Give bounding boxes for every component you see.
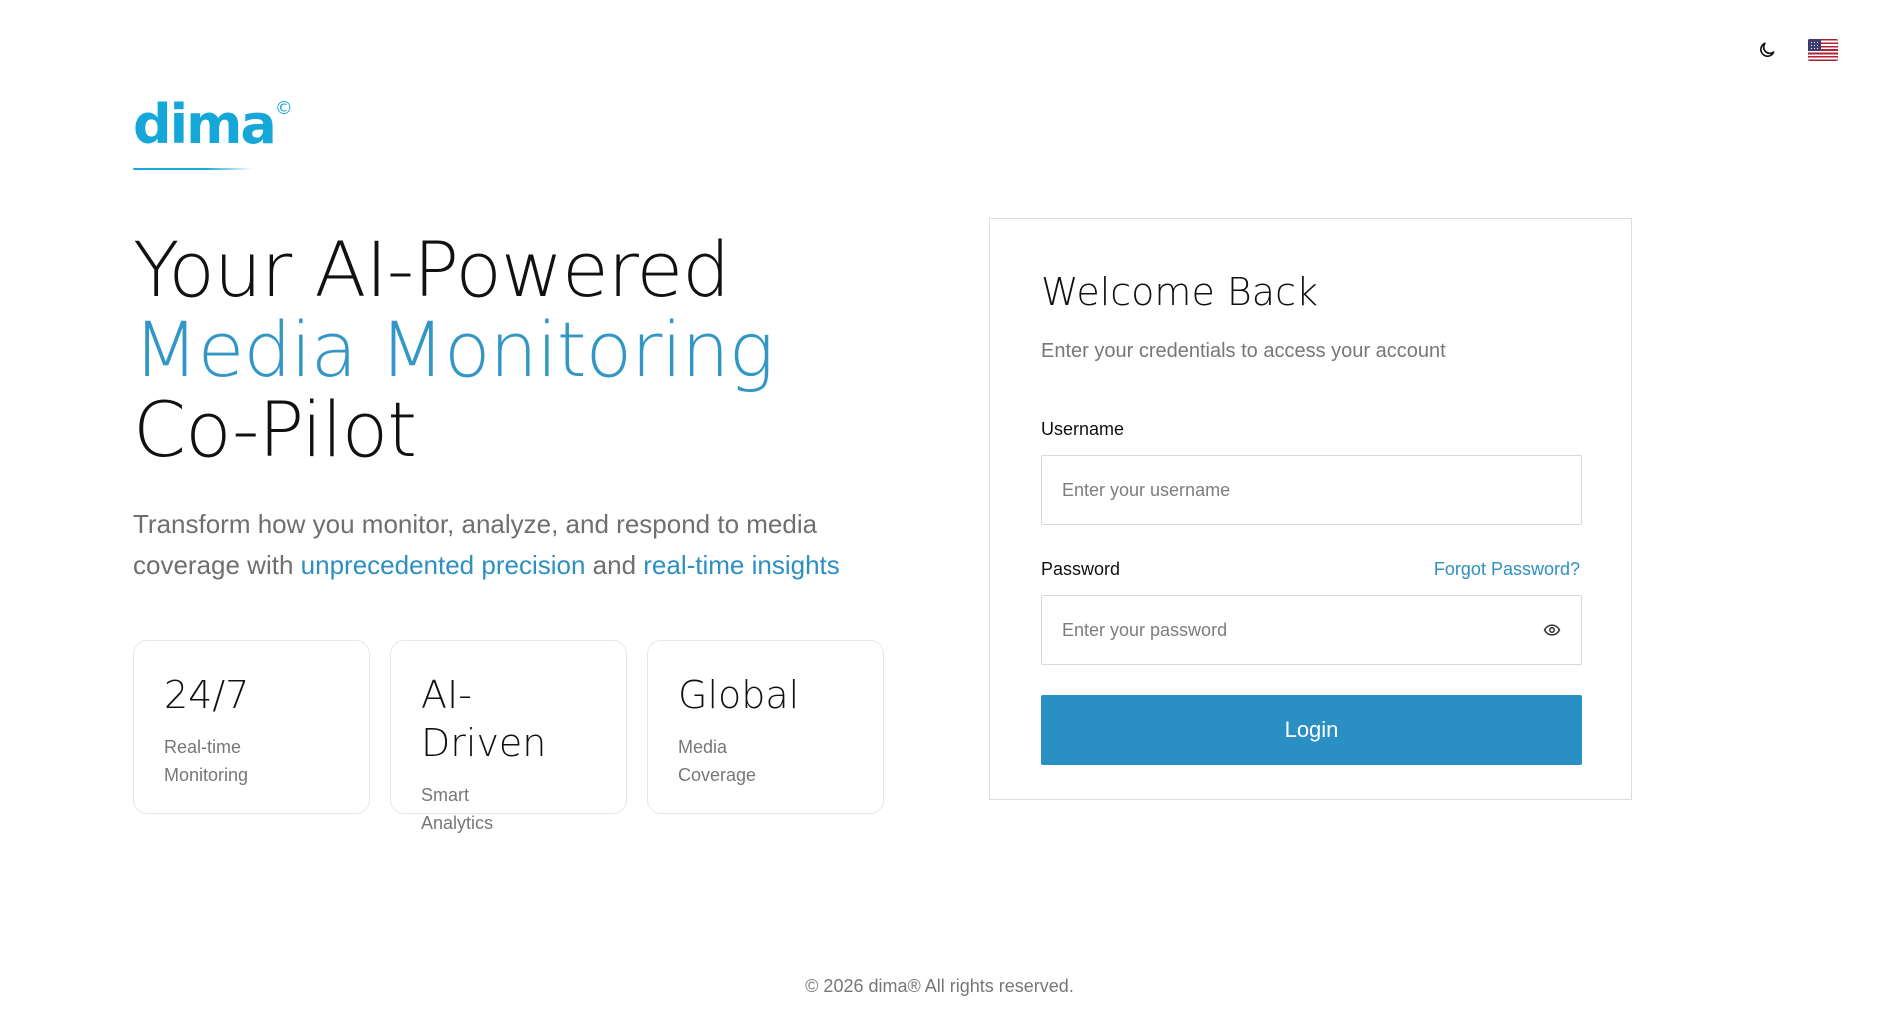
login-title: Welcome Back (1041, 270, 1318, 314)
theme-toggle-button[interactable] (1751, 34, 1783, 66)
feature-card-ai-driven: AI-Driven Smart Analytics (390, 640, 627, 833)
hero-headline-line-1: Your AI-Powered (133, 225, 730, 314)
password-label: Password (1041, 558, 1121, 579)
login-card: Welcome Back Enter your credentials to a… (989, 218, 1632, 800)
feature-title: AI-Driven (421, 673, 547, 765)
feature-card-24-7: 24/7 Real-time Monitoring (133, 640, 370, 814)
password-input[interactable] (1041, 595, 1582, 665)
brand-underline (133, 168, 253, 170)
feature-cards: 24/7 Real-time Monitoring AI-Driven Smar… (133, 640, 884, 833)
hero-headline-line-3: Co-Pilot (133, 385, 417, 474)
username-label-row: Username (1041, 415, 1580, 443)
feature-description: Smart Analytics (421, 785, 494, 833)
hero-description-highlight-1: unprecedented precision (300, 550, 586, 580)
feature-title: 24/7 (164, 673, 250, 717)
password-visibility-toggle[interactable] (1540, 618, 1564, 642)
username-field-group: Username (1041, 415, 1582, 525)
moon-icon (1760, 42, 1775, 57)
username-input-wrap (1041, 455, 1582, 525)
topbar-controls (1751, 34, 1839, 66)
password-label-row: Password Forgot Password? (1041, 555, 1580, 583)
us-flag-icon (1808, 39, 1838, 61)
eye-icon (1543, 624, 1561, 636)
brand-logo-area: dima © (133, 98, 313, 170)
hero-headline-line-2: Media Monitoring (133, 305, 774, 394)
login-button[interactable]: Login (1041, 695, 1582, 765)
hero-description-highlight-2: real-time insights (643, 550, 840, 580)
login-subtitle: Enter your credentials to access your ac… (1041, 340, 1446, 362)
password-field-group: Password Forgot Password? (1041, 555, 1582, 665)
feature-description: Real-time Monitoring (164, 737, 249, 785)
language-selector-button[interactable] (1807, 34, 1839, 66)
feature-card-global: Global Media Coverage (647, 640, 884, 814)
brand-logo-mark: © (274, 98, 293, 119)
hero-section: Your AI-Powered Media Monitoring Co-Pilo… (133, 230, 903, 586)
forgot-password-link[interactable]: Forgot Password? (1434, 559, 1580, 580)
feature-description: Media Coverage (678, 737, 757, 785)
username-input[interactable] (1041, 455, 1582, 525)
password-input-wrap (1041, 595, 1582, 665)
brand-logo-text: dima (133, 93, 277, 156)
hero-description: Transform how you monitor, analyze, and … (133, 504, 903, 586)
feature-title: Global (678, 673, 800, 717)
footer-copyright: © 2026 dima® All rights reserved. (805, 976, 1074, 996)
username-label: Username (1041, 418, 1125, 439)
hero-headline: Your AI-Powered Media Monitoring Co-Pilo… (133, 230, 903, 470)
brand-logo: dima © (133, 98, 293, 152)
hero-description-text-2: and (592, 550, 644, 580)
